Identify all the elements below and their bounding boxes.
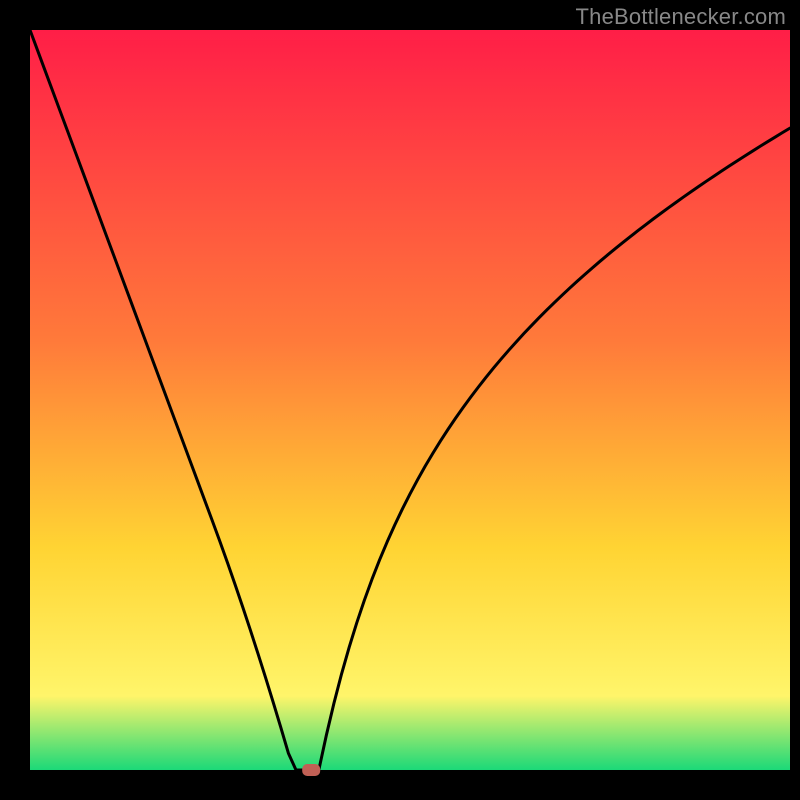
attribution-text: TheBottlenecker.com (576, 4, 786, 30)
chart-stage: TheBottlenecker.com (0, 0, 800, 800)
optimum-marker (302, 764, 320, 776)
plot-background (30, 30, 790, 770)
bottleneck-chart (0, 0, 800, 800)
